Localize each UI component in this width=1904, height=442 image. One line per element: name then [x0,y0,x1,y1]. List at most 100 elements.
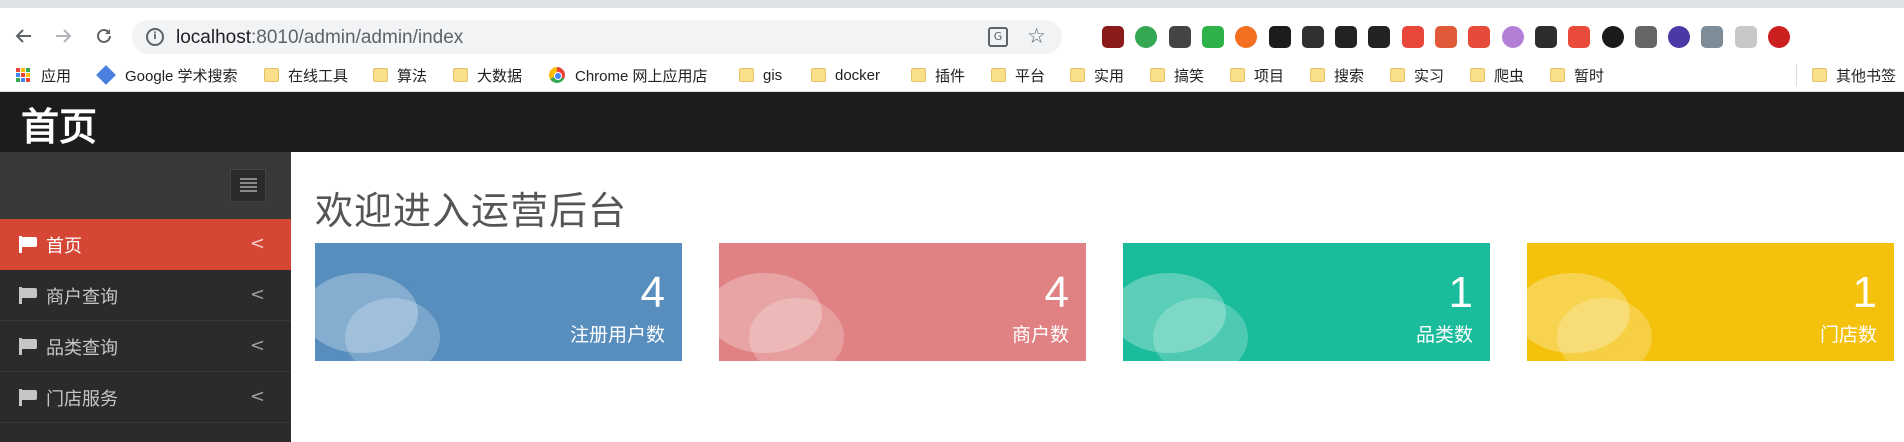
extension-icon[interactable] [1302,26,1324,48]
bookmark-label: 搞笑 [1174,67,1205,85]
chevron-left-icon: < [249,335,265,356]
comments-icon-part [1557,298,1652,361]
sidebar-item-label: 商户查询 [46,287,118,308]
folder-icon [1230,68,1245,82]
bookmark-item[interactable]: 算法 [373,65,427,85]
sidebar-item-label: 门店服务 [46,389,118,410]
stat-card-stores[interactable]: 1 门店数 [1527,243,1894,361]
sidebar-item-home[interactable]: 首页 < [0,219,291,270]
extension-icon[interactable] [1135,26,1157,48]
bookmark-item[interactable]: 暂时 [1550,65,1604,85]
sidebar-item-merchant-query[interactable]: 商户查询 < [0,270,291,321]
extension-icon[interactable] [1735,26,1757,48]
folder-icon [991,68,1006,82]
bookmark-apps[interactable]: 应用 [16,65,71,85]
bookmark-label: 实习 [1414,67,1445,85]
stat-label: 品类数 [1415,324,1473,346]
chevron-left-icon: < [249,233,265,254]
extension-icon[interactable] [1535,26,1557,48]
extension-icon[interactable] [1202,26,1224,48]
bookmark-item[interactable]: Google 学术搜索 [96,65,238,85]
flag-icon [19,389,37,406]
stat-label: 注册用户数 [569,324,665,346]
extension-icon[interactable] [1635,26,1657,48]
bookmark-label: Google 学术搜索 [125,67,238,85]
bookmark-item[interactable]: 在线工具 [264,65,348,85]
bookmark-label: 应用 [41,67,72,85]
sidebar-item-label: 品类查询 [46,338,118,359]
apps-grid-icon [16,67,31,83]
welcome-heading: 欢迎进入运营后台 [315,189,628,233]
extension-icon[interactable] [1435,26,1457,48]
folder-icon [739,68,754,82]
url-path: :8010/admin/admin/index [251,27,464,48]
bookmark-item[interactable]: docker [811,65,880,85]
google-scholar-icon [96,65,116,85]
forward-button[interactable] [49,22,77,50]
extension-icon[interactable] [1269,26,1291,48]
stat-number: 4 [640,268,665,317]
bookmark-label: docker [835,66,881,84]
arrow-right-icon [56,29,72,43]
address-bar[interactable]: i localhost:8010/admin/admin/index G ☆ [132,20,1062,54]
folder-icon [811,68,826,82]
bookmark-label: 搜索 [1334,67,1365,85]
sidebar-item-category-query[interactable]: 品类查询 < [0,321,291,372]
extension-icon[interactable] [1169,26,1191,48]
sidebar-header [0,152,291,219]
bookmark-item[interactable]: 爬虫 [1470,65,1524,85]
bookmark-item[interactable]: gis [739,65,782,85]
folder-icon [1812,68,1827,82]
bookmark-item[interactable]: 搜索 [1310,65,1364,85]
extension-icon[interactable] [1768,26,1790,48]
bookmark-label: 在线工具 [288,67,349,85]
arrow-left-icon [15,29,31,43]
sidebar-toggle-button[interactable] [230,169,266,202]
extension-icon[interactable] [1701,26,1723,48]
translate-icon[interactable]: G [988,27,1008,47]
bookmark-label: 大数据 [477,67,523,85]
extension-icon[interactable] [1102,26,1124,48]
extension-icon[interactable] [1368,26,1390,48]
bookmark-item[interactable]: 插件 [911,65,965,85]
sidebar: 首页 < 商户查询 < 品类查询 < 门店服务 < [0,152,291,442]
sidebar-item-store-service[interactable]: 门店服务 < [0,372,291,423]
bookmark-item[interactable]: 实习 [1390,65,1444,85]
bookmark-label: 项目 [1254,67,1285,85]
folder-icon [1070,68,1085,82]
extension-icon[interactable] [1335,26,1357,48]
bookmark-item[interactable]: 项目 [1230,65,1284,85]
flag-icon [19,236,37,253]
bookmark-label: 暂时 [1574,67,1605,85]
bookmark-item[interactable]: 实用 [1070,65,1124,85]
back-button[interactable] [10,22,38,50]
folder-icon [1470,68,1485,82]
folder-icon [1150,68,1165,82]
extension-icon[interactable] [1502,26,1524,48]
stat-card-categories[interactable]: 1 品类数 [1123,243,1490,361]
extension-icon[interactable] [1468,26,1490,48]
bookmark-other[interactable]: 其他书签 [1812,65,1896,85]
extension-icon[interactable] [1602,26,1624,48]
stat-number: 1 [1852,268,1877,317]
flag-icon [19,287,37,304]
bookmark-item[interactable]: 搞笑 [1150,65,1204,85]
bookmark-item[interactable]: 平台 [991,65,1045,85]
bookmark-label: 爬虫 [1494,67,1525,85]
extension-icon[interactable] [1402,26,1424,48]
stat-card-merchants[interactable]: 4 商户数 [719,243,1086,361]
folder-icon [453,68,468,82]
extension-icon[interactable] [1235,26,1257,48]
bookmark-item[interactable]: 大数据 [453,65,522,85]
bookmark-star-icon[interactable]: ☆ [1027,24,1046,48]
site-info-icon[interactable]: i [146,28,164,46]
extension-icon[interactable] [1668,26,1690,48]
folder-icon [373,68,388,82]
reload-button[interactable] [90,22,118,50]
bookmark-item[interactable]: Chrome 网上应用店 [549,65,708,85]
comments-icon-part [345,298,440,361]
bookmark-label: 算法 [397,67,428,85]
stat-card-users[interactable]: 4 注册用户数 [315,243,682,361]
extension-icon[interactable] [1568,26,1590,48]
page-title: 首页 [21,105,98,149]
